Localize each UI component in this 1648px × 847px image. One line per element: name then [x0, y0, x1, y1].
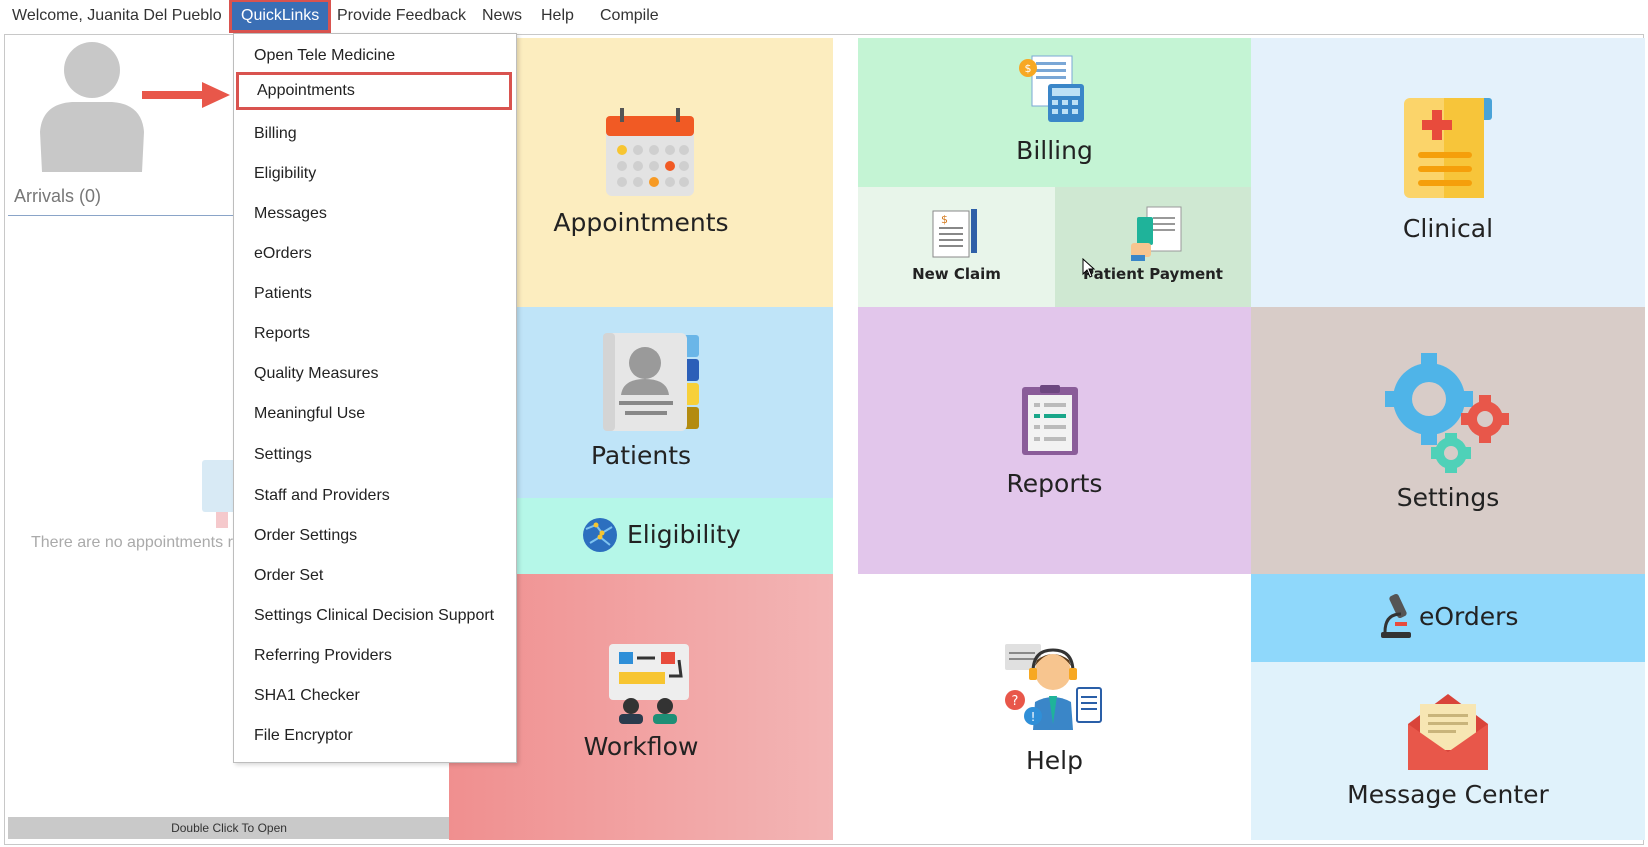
menu-item-meaningful-use[interactable]: Meaningful Use	[254, 402, 365, 426]
mouse-cursor-icon	[1082, 258, 1096, 278]
menu-item-file-encryptor[interactable]: File Encryptor	[254, 724, 353, 748]
tile-clinical-label: Clinical	[1402, 214, 1494, 243]
tile-message-center[interactable]: Message Center	[1251, 662, 1645, 840]
tile-billing-label: Billing	[1016, 136, 1093, 165]
menu-item-open-tele-medicine[interactable]: Open Tele Medicine	[254, 44, 395, 68]
tile-help-label: Help	[1026, 746, 1083, 775]
billing-calculator-icon: $	[1019, 55, 1084, 122]
tile-message-center-label: Message Center	[1347, 780, 1549, 809]
eligibility-globe-icon	[583, 518, 617, 552]
annotation-arrow-icon	[142, 82, 230, 108]
svg-text:!: !	[1031, 710, 1036, 724]
menu-item-sha1-checker[interactable]: SHA1 Checker	[254, 684, 360, 708]
new-claim-icon: $	[932, 209, 977, 258]
quicklinks-dropdown: Open Tele Medicine Appointments Billing …	[233, 33, 517, 763]
user-avatar-icon	[40, 42, 144, 172]
menu-item-messages[interactable]: Messages	[254, 202, 327, 226]
clinical-document-icon	[1404, 98, 1492, 198]
news-link[interactable]: News	[482, 0, 522, 32]
provide-feedback-link[interactable]: Provide Feedback	[337, 0, 466, 32]
tile-clinical[interactable]: Clinical	[1251, 38, 1645, 307]
tile-billing[interactable]: $ Billing	[858, 38, 1251, 187]
menu-item-eligibility[interactable]: Eligibility	[254, 162, 316, 186]
tile-new-claim-label: New Claim	[912, 265, 1001, 283]
menu-item-appointments[interactable]: Appointments	[236, 72, 512, 110]
svg-text:$: $	[941, 213, 948, 226]
tile-eorders-label: eOrders	[1419, 602, 1519, 631]
menu-item-patients[interactable]: Patients	[254, 282, 312, 306]
compile-link[interactable]: Compile	[600, 0, 659, 32]
tile-reports-label: Reports	[1006, 469, 1103, 498]
tile-help[interactable]: ? ! Help	[858, 574, 1251, 840]
menu-item-quality-measures[interactable]: Quality Measures	[254, 362, 379, 386]
menu-item-settings-clinical-decision-support[interactable]: Settings Clinical Decision Support	[254, 604, 494, 628]
menu-item-referring-providers[interactable]: Referring Providers	[254, 644, 392, 668]
menu-item-billing[interactable]: Billing	[254, 122, 297, 146]
tile-eligibility-label: Eligibility	[627, 520, 741, 549]
menu-item-eorders[interactable]: eOrders	[254, 242, 312, 266]
menu-item-settings[interactable]: Settings	[254, 443, 312, 467]
tile-settings[interactable]: Settings	[1251, 307, 1645, 574]
help-support-agent-icon: ? !	[1005, 644, 1102, 730]
reports-clipboard-icon	[1022, 385, 1078, 455]
calendar-icon	[606, 108, 694, 196]
welcome-text: Welcome, Juanita Del Pueblo	[12, 7, 222, 24]
tile-new-claim[interactable]: $ New Claim	[858, 187, 1055, 307]
menu-item-reports[interactable]: Reports	[254, 322, 310, 346]
arrivals-label: Arrivals (0)	[14, 186, 102, 206]
tile-eorders[interactable]: eOrders	[1251, 574, 1645, 662]
help-link[interactable]: Help	[541, 0, 574, 32]
quicklinks-menu-button[interactable]: QuickLinks	[228, 0, 332, 33]
eorders-microscope-icon	[1381, 593, 1411, 638]
svg-text:$: $	[1025, 62, 1032, 75]
tile-settings-label: Settings	[1396, 483, 1500, 512]
double-click-open-bar[interactable]: Double Click To Open	[8, 817, 450, 839]
empty-appointments-text: There are no appointments r	[31, 534, 233, 551]
patients-contact-book-icon	[603, 333, 699, 431]
settings-gears-icon	[1385, 353, 1509, 473]
menu-item-staff-and-providers[interactable]: Staff and Providers	[254, 484, 390, 508]
tile-patient-payment[interactable]: Patient Payment	[1055, 187, 1251, 307]
menu-item-order-settings[interactable]: Order Settings	[254, 524, 357, 548]
top-nav: Welcome, Juanita Del Pueblo QuickLinks P…	[0, 0, 1648, 33]
patient-payment-icon	[1131, 206, 1182, 261]
tile-reports[interactable]: Reports	[858, 307, 1251, 574]
message-center-envelope-icon	[1408, 694, 1488, 770]
svg-text:?: ?	[1012, 694, 1019, 709]
workflow-board-icon	[609, 644, 689, 724]
menu-item-order-set[interactable]: Order Set	[254, 564, 323, 588]
